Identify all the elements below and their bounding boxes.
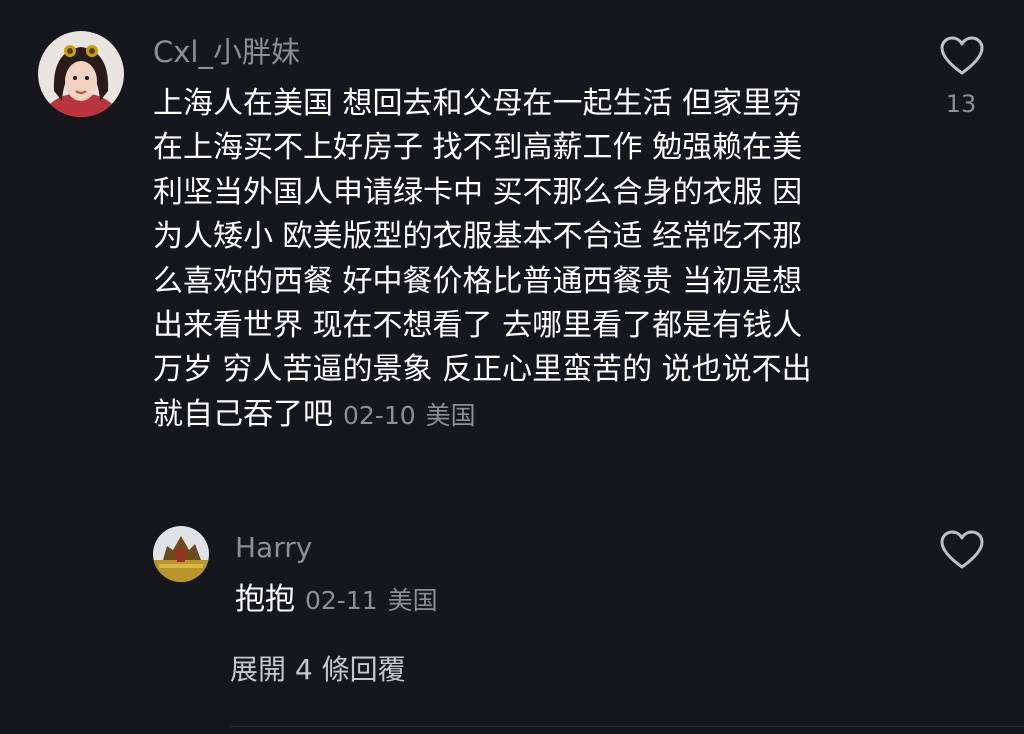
comment-line-text: 就自己吞了吧: [153, 396, 333, 432]
user-avatar[interactable]: [38, 31, 124, 117]
like-button[interactable]: [940, 36, 984, 76]
comment-line: 利坚当外国人申请绿卡中 买不那么合身的衣服 因: [153, 174, 803, 210]
comment-line: 上海人在美国 想回去和父母在一起生活 但家里穷: [153, 86, 803, 121]
heart-outline-icon: [940, 530, 984, 569]
comment-date: 02-10: [343, 400, 416, 430]
reply-text: 抱抱: [235, 582, 295, 617]
comment-line: 万岁 穷人苦逼的景象 反正心里蛮苦的 说也说不出: [153, 352, 812, 388]
comment-username[interactable]: Cxl_小胖妹: [153, 34, 300, 70]
reply-date: 02-11: [305, 586, 378, 615]
comment-meta: 02-10 美国: [343, 401, 476, 430]
comment-line: 为人矮小 欧美版型的衣服基本不合适 经常吃不那: [153, 219, 803, 255]
reply-location: 美国: [387, 586, 438, 615]
comment-body: 上海人在美国 想回去和父母在一起生活 但家里穷 在上海买不上好房子 找不到高薪工…: [153, 82, 812, 437]
comment-line: 在上海买不上好房子 找不到高薪工作 勉强赖在美: [153, 130, 803, 166]
comment-line: 么喜欢的西餐 好中餐价格比普通西餐贵 当初是想: [153, 263, 803, 299]
divider: [230, 726, 1024, 727]
comment-location: 美国: [425, 400, 476, 430]
reply-body: 抱抱 02-11 美国: [235, 578, 438, 622]
reply-meta: 02-11 美国: [305, 586, 438, 615]
reply-line: 抱抱 02-11 美国: [235, 578, 438, 622]
reply-username[interactable]: Harry: [235, 530, 312, 566]
reply-avatar[interactable]: [153, 526, 209, 582]
reply-like-button[interactable]: [940, 530, 984, 570]
expand-replies-button[interactable]: 展開 4 條回覆: [230, 648, 406, 688]
comment-line: 出来看世界 现在不想看了 去哪里看了都是有钱人: [153, 307, 803, 343]
comment-thread: Cxl_小胖妹 上海人在美国 想回去和父母在一起生活 但家里穷 在上海买不上好房…: [0, 0, 1024, 734]
heart-outline-icon: [940, 36, 984, 75]
like-count: 13: [945, 90, 977, 118]
comment-line-last: 就自己吞了吧 02-10 美国: [153, 393, 812, 437]
